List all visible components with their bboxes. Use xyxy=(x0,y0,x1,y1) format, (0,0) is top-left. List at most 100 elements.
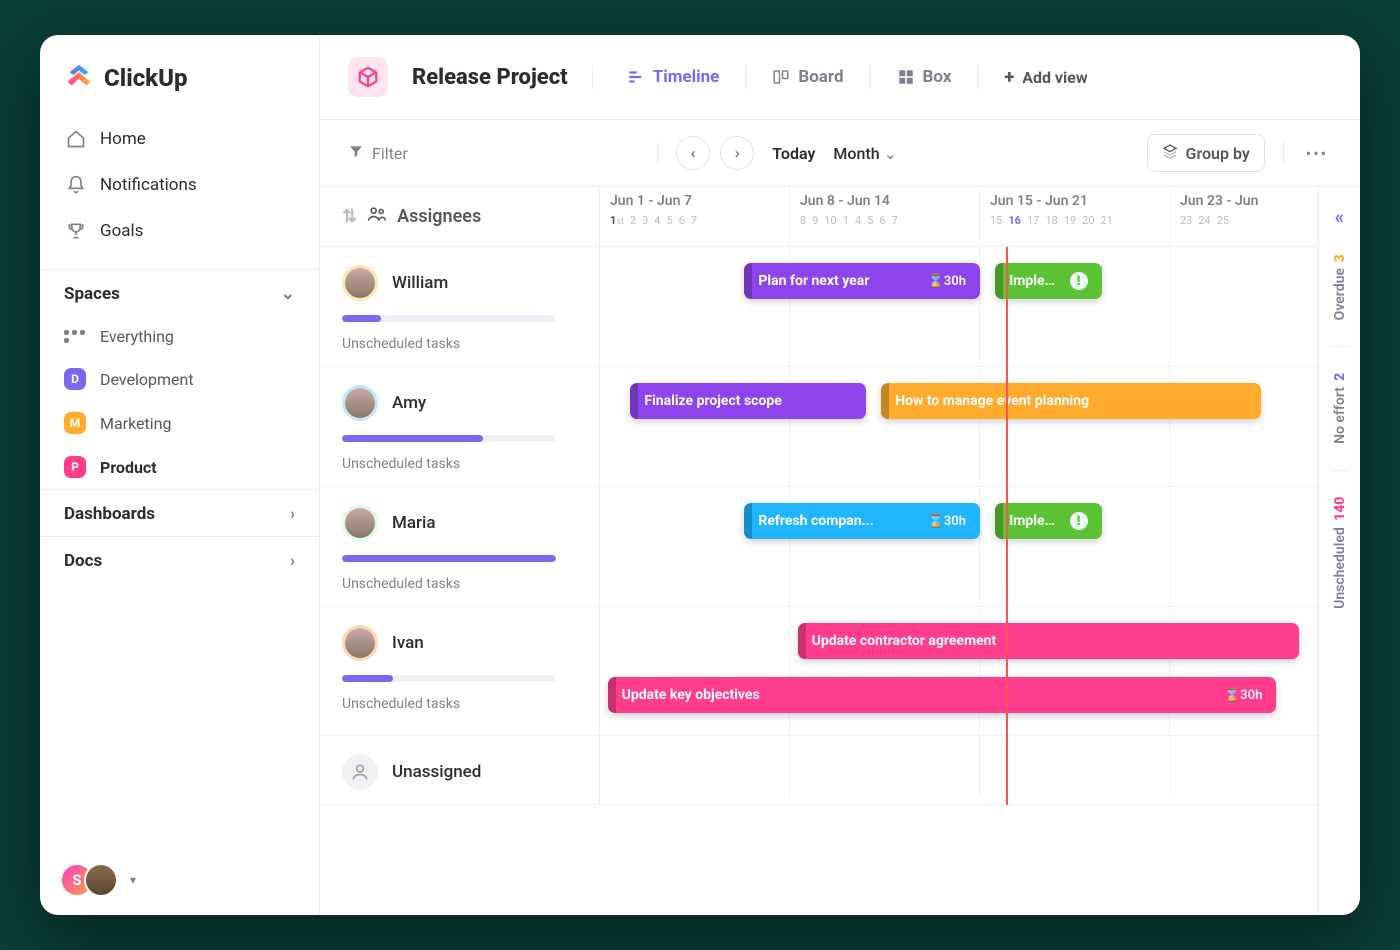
range-label: Month xyxy=(833,144,879,163)
group-by-button[interactable]: Group by xyxy=(1147,134,1265,172)
unscheduled-link[interactable]: Unscheduled tasks xyxy=(342,576,577,592)
unscheduled-link[interactable]: Unscheduled tasks xyxy=(342,456,577,472)
section-dashboards-label: Dashboards xyxy=(64,504,155,524)
person-cell: Amy Unscheduled tasks xyxy=(320,367,600,486)
task-label: Update contractor agreement xyxy=(812,633,1286,649)
avatar xyxy=(342,385,378,421)
task-bar[interactable]: Update key objectives⌛30h xyxy=(608,677,1277,713)
filter-button[interactable]: Filter xyxy=(348,143,408,163)
more-menu-button[interactable]: ••• xyxy=(1302,144,1332,163)
task-label: Refresh compan... xyxy=(758,513,927,529)
filter-icon xyxy=(348,143,364,163)
nav-home[interactable]: Home xyxy=(52,117,307,161)
person-row: Amy Unscheduled tasks Finalize project s… xyxy=(320,367,1360,487)
brand-name: ClickUp xyxy=(104,64,188,92)
task-lane[interactable]: Refresh compan...⌛30h Implem..! xyxy=(600,487,1360,605)
task-lane[interactable]: Finalize project scope How to manage even… xyxy=(600,367,1360,485)
week-cell: Jun 15 - Jun 2115161718192021 xyxy=(980,187,1170,246)
space-item-marketing[interactable]: MMarketing xyxy=(40,401,319,445)
add-view-button[interactable]: + Add view xyxy=(1004,67,1087,88)
person-name: William xyxy=(392,273,448,293)
task-lane[interactable]: Update contractor agreement Update key ob… xyxy=(600,607,1360,735)
grid-icon xyxy=(64,330,86,343)
task-lane[interactable] xyxy=(600,736,1360,796)
tab-board-label: Board xyxy=(798,67,843,87)
divider xyxy=(592,65,593,89)
task-bar[interactable]: Finalize project scope xyxy=(630,383,866,419)
nav-goals[interactable]: Goals xyxy=(52,209,307,253)
timeline-icon xyxy=(627,68,645,86)
assignees-column-header[interactable]: ⇅ Assignees xyxy=(320,187,599,247)
task-bar[interactable]: How to manage event planning xyxy=(881,383,1261,419)
section-dashboards[interactable]: Dashboards › xyxy=(40,489,319,536)
avatar xyxy=(342,625,378,661)
rail-noeffort-count: 2 xyxy=(1332,373,1348,381)
caret-down-icon: ▾ xyxy=(130,873,136,887)
tab-box[interactable]: Box xyxy=(897,67,952,87)
nav-notifications[interactable]: Notifications xyxy=(52,163,307,207)
tab-box-label: Box xyxy=(923,67,952,87)
warning-icon: ! xyxy=(1070,272,1088,290)
collapse-rail-button[interactable]: « xyxy=(1335,207,1344,228)
rail-unscheduled-label: Unscheduled xyxy=(1332,527,1348,609)
section-spaces-label: Spaces xyxy=(64,284,120,304)
workload-bar xyxy=(342,315,556,322)
header-bar: Release Project Timeline Board Box xyxy=(320,35,1360,120)
toolbar: Filter ‹ › Today Month ⌄ Group by ••• xyxy=(320,120,1360,187)
space-label: Development xyxy=(100,370,194,389)
divider xyxy=(870,65,871,89)
person-cell: Maria Unscheduled tasks xyxy=(320,487,600,606)
rail-overdue-label: Overdue xyxy=(1332,268,1348,320)
task-bar[interactable]: Implem..! xyxy=(995,503,1101,539)
prev-button[interactable]: ‹ xyxy=(676,136,710,170)
space-everything[interactable]: Everything xyxy=(40,316,319,357)
rail-unscheduled[interactable]: Unscheduled 140 xyxy=(1332,489,1348,617)
unscheduled-link[interactable]: Unscheduled tasks xyxy=(342,696,577,712)
next-button[interactable]: › xyxy=(720,136,754,170)
user-avatar xyxy=(84,863,118,897)
tab-timeline[interactable]: Timeline xyxy=(627,67,720,87)
week-cell: Jun 1 - Jun 71st234567 xyxy=(600,187,790,246)
task-bar[interactable]: Implem..! xyxy=(995,263,1101,299)
sort-icon: ⇅ xyxy=(342,206,357,227)
chevron-down-icon: ⌄ xyxy=(884,144,897,163)
primary-nav: Home Notifications Goals xyxy=(40,113,319,269)
task-lane[interactable]: Plan for next year⌛30h Implem..! xyxy=(600,247,1360,365)
task-bar[interactable]: Plan for next year⌛30h xyxy=(744,263,980,299)
space-item-product[interactable]: PProduct xyxy=(40,445,319,489)
section-docs[interactable]: Docs › xyxy=(40,536,319,583)
app-window: ClickUp Home Notifications Goals Spaces … xyxy=(40,35,1360,915)
workspace-switcher[interactable]: S xyxy=(60,863,118,897)
nav-home-label: Home xyxy=(100,129,146,149)
unscheduled-link[interactable]: Unscheduled tasks xyxy=(342,336,577,352)
divider xyxy=(1283,142,1284,164)
home-icon xyxy=(66,129,86,149)
trophy-icon xyxy=(66,221,86,241)
task-bar[interactable]: Refresh compan...⌛30h xyxy=(744,503,980,539)
section-spaces[interactable]: Spaces ⌄ xyxy=(40,269,319,316)
rail-overdue[interactable]: Overdue 3 xyxy=(1332,246,1348,328)
section-docs-label: Docs xyxy=(64,551,102,571)
person-cell: William Unscheduled tasks xyxy=(320,247,600,366)
divider xyxy=(745,65,746,89)
project-icon xyxy=(348,57,388,97)
person-row: Maria Unscheduled tasks Refresh compan..… xyxy=(320,487,1360,607)
week-days: 1st234567 xyxy=(610,214,779,227)
unassigned-icon xyxy=(342,754,378,790)
workload-bar xyxy=(342,675,556,682)
person-cell: Ivan Unscheduled tasks xyxy=(320,607,600,735)
space-item-development[interactable]: DDevelopment xyxy=(40,357,319,401)
divider xyxy=(1330,346,1350,347)
range-selector[interactable]: Month ⌄ xyxy=(833,144,897,163)
task-bar[interactable]: Update contractor agreement xyxy=(798,623,1300,659)
today-button[interactable]: Today xyxy=(772,144,815,163)
tab-board[interactable]: Board xyxy=(772,67,843,87)
chevron-right-icon: › xyxy=(290,504,295,524)
group-by-label: Group by xyxy=(1186,144,1250,163)
plus-icon: + xyxy=(1004,67,1014,88)
right-rail: « Overdue 3 No effort 2 Unscheduled 140 xyxy=(1318,187,1360,915)
rail-overdue-count: 3 xyxy=(1332,254,1348,262)
workload-bar xyxy=(342,555,556,562)
space-everything-label: Everything xyxy=(100,327,174,346)
rail-noeffort[interactable]: No effort 2 xyxy=(1332,365,1348,452)
